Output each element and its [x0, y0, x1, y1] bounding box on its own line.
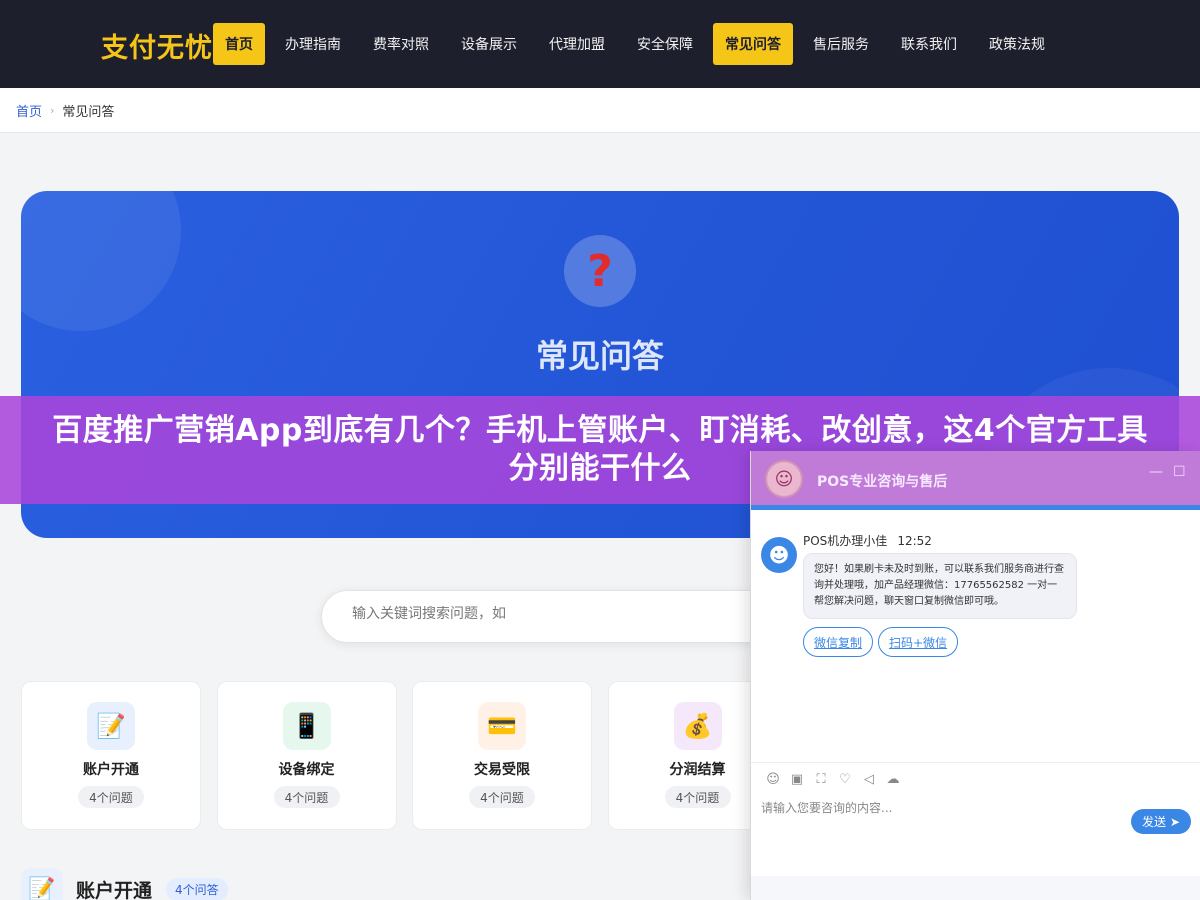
send-label: 发送: [1142, 815, 1167, 829]
nav-item-aftersales[interactable]: 售后服务: [801, 23, 881, 65]
nav-item-devices[interactable]: 设备展示: [449, 23, 529, 65]
nav-item-rates[interactable]: 费率对照: [361, 23, 441, 65]
category-cards: 📝 账户开通 4个问题 📱 设备绑定 4个问题 💳 交易受限 4个问题 💰 分润…: [21, 681, 803, 830]
question-count-badge: 4个问题: [664, 786, 731, 808]
maximize-icon[interactable]: ☐: [1173, 464, 1186, 480]
agent-avatar: ☻: [761, 537, 797, 573]
chat-message-bubble: 您好！如果刷卡未及时到账，可以联系我们服务商进行查询并处理哦，加产品经理微信：1…: [803, 553, 1077, 619]
chat-widget: ☺ POS专业咨询与售后 — ☐ ☻ POS机办理小佳 12:52 您好！如果刷卡…: [750, 451, 1200, 900]
breadcrumb: 首页 › 常见问答: [16, 101, 114, 120]
nav-item-home[interactable]: 首页: [213, 23, 265, 65]
category-title: 账户开通: [83, 762, 139, 778]
breadcrumb-bar: 首页 › 常见问答: [0, 88, 1200, 133]
nav-item-policy[interactable]: 政策法规: [977, 23, 1057, 65]
card-icon: 💳: [478, 702, 526, 750]
divider: [751, 762, 1200, 763]
rating-icon[interactable]: ♡: [833, 770, 857, 788]
question-count-badge: 4个问题: [469, 786, 535, 808]
wechat-icon[interactable]: ☁: [881, 770, 905, 788]
agent-name: POS机办理小佳: [803, 534, 888, 548]
chat-footer: [751, 876, 1200, 900]
category-card-account[interactable]: 📝 账户开通 4个问题: [21, 681, 201, 830]
copy-wechat-button[interactable]: 微信复制: [803, 627, 874, 657]
chat-header: ☺ POS专业咨询与售后 — ☐: [751, 451, 1200, 505]
category-card-transaction[interactable]: 💳 交易受限 4个问题: [412, 681, 592, 830]
chevron-right-icon: ›: [50, 104, 55, 117]
search-input[interactable]: [352, 606, 732, 622]
category-title: 设备绑定: [278, 762, 335, 778]
top-navbar: 支付无忧 首页 办理指南 费率对照 设备展示 代理加盟 安全保障 常见问答 售后…: [0, 0, 1200, 88]
image-icon[interactable]: ▣: [785, 770, 809, 788]
message-time: 12:52: [897, 534, 932, 548]
hero-title: 常见问答: [535, 337, 664, 375]
chat-toolbar: ☺ ▣ ⛶ ♡ ◁ ☁: [761, 770, 905, 788]
scan-wechat-button[interactable]: 扫码+微信: [878, 627, 959, 657]
sound-icon[interactable]: ◁: [857, 770, 881, 788]
category-title: 交易受限: [474, 762, 530, 778]
emoji-icon[interactable]: ☺: [761, 770, 785, 788]
memo-icon: 📝: [21, 868, 63, 900]
section-heading: 📝 账户开通 4个问答: [21, 868, 228, 900]
question-mark-icon: ?: [564, 235, 636, 307]
category-card-device[interactable]: 📱 设备绑定 4个问题: [216, 681, 397, 830]
money-bag-icon: 💰: [673, 702, 722, 750]
chat-title: POS专业咨询与售后: [817, 474, 948, 490]
screenshot-icon[interactable]: ⛶: [809, 770, 833, 788]
memo-icon: 📝: [87, 702, 135, 750]
section-count-badge: 4个问答: [166, 877, 228, 900]
chat-header-accent: [751, 505, 1200, 510]
decorative-circle: [21, 191, 181, 331]
nav-item-contact[interactable]: 联系我们: [889, 23, 969, 65]
nav-item-guide[interactable]: 办理指南: [273, 23, 353, 65]
send-button[interactable]: 发送 ➤: [1131, 809, 1191, 834]
chat-message-input[interactable]: [761, 801, 1121, 815]
question-count-badge: 4个问题: [273, 786, 340, 808]
section-title: 账户开通: [76, 879, 153, 900]
minimize-icon[interactable]: —: [1149, 464, 1163, 480]
site-logo[interactable]: 支付无忧: [101, 26, 213, 65]
question-count-badge: 4个问题: [78, 786, 144, 808]
main-nav: 首页 办理指南 费率对照 设备展示 代理加盟 安全保障 常见问答 售后服务 联系…: [213, 23, 1065, 65]
support-avatar: ☺: [765, 460, 803, 498]
nav-item-agency[interactable]: 代理加盟: [537, 23, 617, 65]
phone-icon: 📱: [282, 702, 331, 750]
message-meta: POS机办理小佳 12:52: [803, 532, 932, 549]
breadcrumb-current: 常见问答: [62, 105, 115, 120]
breadcrumb-home-link[interactable]: 首页: [16, 101, 42, 120]
nav-item-security[interactable]: 安全保障: [625, 23, 705, 65]
nav-item-faq[interactable]: 常见问答: [713, 23, 793, 65]
